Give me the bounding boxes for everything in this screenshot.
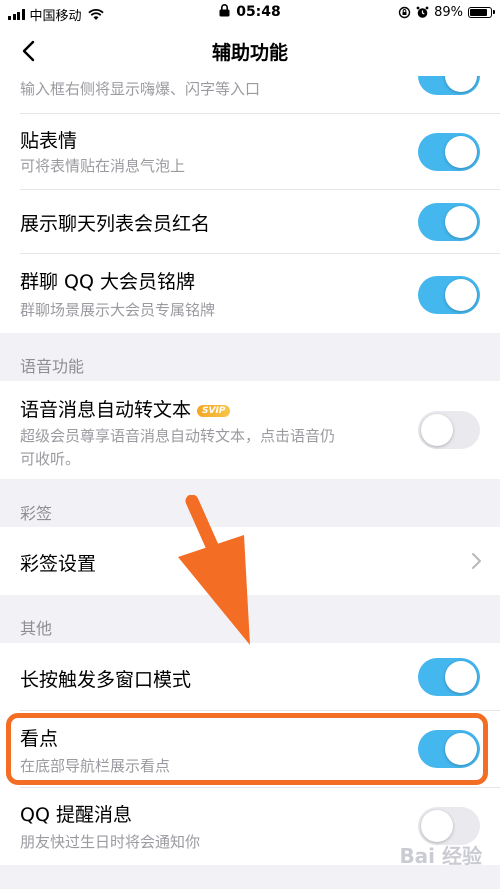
row-subtitle: 群聊场景展示大会员专属铭牌 — [20, 301, 216, 319]
list-item-hibao: 输入框右侧将显示嗨爆、闪字等入口 — [0, 76, 500, 114]
section-label: 其他 — [20, 619, 53, 638]
battery-label: 89% — [434, 5, 463, 20]
row-title: 彩签设置 — [20, 553, 97, 575]
list-item-tie-biaoqing: 贴表情 可将表情贴在消息气泡上 — [0, 114, 500, 190]
section-label: 彩签 — [20, 504, 53, 523]
toggle-voice-to-text[interactable] — [418, 411, 480, 449]
status-bar: 中国移动 05:48 89% — [0, 0, 500, 26]
nav-bar: 辅助功能 — [0, 26, 500, 76]
row-subtitle: 输入框右侧将显示嗨爆、闪字等入口 — [20, 80, 261, 98]
row-subtitle: 可将表情贴在消息气泡上 — [20, 157, 186, 175]
status-right: 89% — [398, 5, 495, 20]
arrow-annotation-icon — [178, 495, 250, 645]
toggle-group-badge[interactable] — [418, 276, 480, 314]
lock-icon — [219, 4, 230, 17]
toggle-tie-biaoqing[interactable] — [418, 133, 480, 171]
section-label: 语音功能 — [20, 357, 85, 376]
chevron-right-icon — [472, 553, 481, 569]
row-subtitle: 超级会员尊享语音消息自动转文本，点击语音仍 可收听。 — [20, 427, 336, 468]
list-item-group-badge: 群聊 QQ 大会员铭牌 群聊场景展示大会员专属铭牌 — [0, 254, 500, 333]
page-title: 辅助功能 — [211, 42, 288, 64]
row-title: 群聊 QQ 大会员铭牌 — [20, 271, 195, 293]
row-title: 长按触发多窗口模式 — [20, 669, 192, 691]
battery-icon — [468, 7, 495, 18]
row-title: 语音消息自动转文本 SVIP — [20, 395, 231, 422]
alarm-icon — [416, 6, 429, 18]
list-item-voice-to-text: 语音消息自动转文本 SVIP 超级会员尊享语音消息自动转文本，点击语音仍 可收听。 — [0, 381, 500, 479]
toggle-hibao[interactable] — [418, 76, 480, 95]
orientation-lock-icon — [398, 6, 411, 19]
row-subtitle: 朋友快过生日时将会通知你 — [20, 833, 201, 851]
row-title: 展示聊天列表会员红名 — [20, 213, 211, 235]
time-label: 05:48 — [236, 4, 281, 20]
row-title: 贴表情 — [20, 130, 78, 152]
toggle-vip-red-name[interactable] — [418, 203, 480, 241]
section-header-voice: 语音功能 — [0, 333, 500, 381]
watermark: Bai 经验 — [399, 844, 482, 868]
toggle-multiwindow[interactable] — [418, 658, 480, 696]
highlight-box — [6, 713, 488, 785]
svip-badge: SVIP — [197, 405, 231, 417]
row-title: QQ 提醒消息 — [20, 804, 132, 826]
list-item-vip-red-name: 展示聊天列表会员红名 — [0, 190, 500, 254]
